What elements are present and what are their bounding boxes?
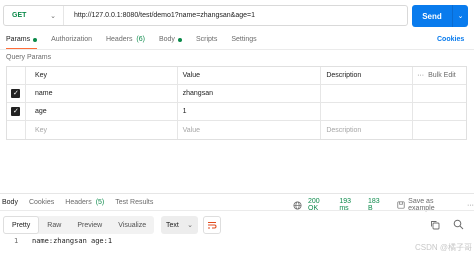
checkbox-checked-icon[interactable]: ✓: [11, 107, 21, 116]
row-actions-cell: [413, 103, 466, 120]
status-dot-icon: [177, 37, 182, 42]
format-select[interactable]: Text ⌄: [161, 216, 198, 234]
view-raw-button[interactable]: Raw: [39, 216, 69, 234]
method-label: GET: [12, 12, 27, 19]
line-number: 1: [14, 237, 19, 245]
header-description: Description: [321, 67, 414, 84]
table-row: ✓ age 1: [7, 103, 466, 121]
params-table: Key Value Description ··· Bulk Edit ✓ na…: [6, 66, 467, 140]
param-description[interactable]: [321, 85, 414, 102]
wrap-lines-button[interactable]: [203, 216, 221, 234]
bulk-edit-link[interactable]: Bulk Edit: [428, 72, 456, 79]
chevron-down-icon[interactable]: ⌄: [453, 12, 468, 20]
copy-icon[interactable]: [429, 219, 441, 231]
tab-label: Body: [158, 36, 175, 43]
checkbox-checked-icon[interactable]: ✓: [11, 89, 21, 98]
tab-params[interactable]: Params: [6, 36, 38, 49]
view-visualize-button[interactable]: Visualize: [110, 216, 154, 234]
chevron-down-icon: ⌄: [187, 222, 193, 229]
response-body-text[interactable]: name:zhangsan age:1: [32, 237, 112, 245]
row-actions-cell: [413, 121, 466, 139]
cookies-link[interactable]: Cookies: [437, 36, 464, 43]
table-header-row: Key Value Description ··· Bulk Edit: [7, 67, 466, 85]
param-description[interactable]: [321, 103, 414, 120]
param-key[interactable]: age: [26, 103, 178, 120]
url-input[interactable]: http://127.0.0.1:8080/test/demo1?name=zh…: [64, 12, 255, 19]
send-button[interactable]: Send ⌄: [412, 5, 468, 27]
request-bar: GET ⌄ http://127.0.0.1:8080/test/demo1?n…: [3, 5, 408, 26]
header-actions: ··· Bulk Edit: [413, 67, 466, 84]
tab-headers[interactable]: Headers (6): [106, 36, 145, 49]
tab-label: Authorization: [51, 36, 92, 43]
new-value-input[interactable]: Value: [178, 121, 322, 139]
watermark: CSDN @橘子哥: [415, 243, 473, 252]
param-value[interactable]: 1: [178, 103, 322, 120]
tab-label: Settings: [231, 36, 257, 43]
tab-label: Scripts: [195, 36, 218, 43]
save-icon: [397, 201, 405, 209]
divider: [0, 210, 474, 211]
header-key: Key: [26, 67, 178, 84]
method-select[interactable]: GET ⌄: [4, 6, 64, 25]
send-label: Send: [422, 11, 442, 21]
tab-label: Headers: [65, 199, 92, 206]
tab-body[interactable]: Body: [159, 36, 182, 49]
more-horizontal-icon[interactable]: ···: [417, 72, 424, 79]
divider: [0, 49, 474, 50]
view-preview-button[interactable]: Preview: [69, 216, 110, 234]
tab-label: Body: [2, 199, 18, 206]
row-checkbox-cell: [7, 121, 26, 139]
view-pretty-button[interactable]: Pretty: [3, 216, 40, 234]
divider: [0, 193, 474, 194]
row-checkbox-cell: ✓: [7, 103, 26, 120]
param-key[interactable]: name: [26, 85, 178, 102]
response-body-line: 1 name:zhangsan age:1: [14, 237, 112, 245]
row-actions-cell: [413, 85, 466, 102]
tab-settings[interactable]: Settings: [231, 36, 256, 49]
format-label: Text: [166, 221, 179, 229]
tab-scripts[interactable]: Scripts: [196, 36, 217, 49]
more-horizontal-icon[interactable]: ···: [467, 202, 474, 209]
new-description-input[interactable]: Description: [321, 121, 414, 139]
tab-label: Cookies: [28, 199, 55, 206]
tab-authorization[interactable]: Authorization: [51, 36, 92, 49]
param-value[interactable]: zhangsan: [178, 85, 322, 102]
tab-label: Test Results: [115, 199, 154, 206]
table-row: ✓ name zhangsan: [7, 85, 466, 103]
tab-label: Headers: [105, 36, 133, 43]
header-checkbox-cell: [7, 67, 26, 84]
view-mode-group: Pretty Raw Preview Visualize: [3, 216, 155, 234]
tab-count: (5): [95, 199, 105, 206]
globe-icon[interactable]: [293, 200, 302, 210]
search-icon[interactable]: [452, 218, 464, 230]
new-key-input[interactable]: Key: [26, 121, 178, 139]
request-tabs: Params Authorization Headers (6) Body Sc…: [6, 36, 271, 49]
row-checkbox-cell: ✓: [7, 85, 26, 102]
header-value: Value: [178, 67, 322, 84]
tab-count: (6): [136, 36, 145, 43]
chevron-down-icon: ⌄: [50, 12, 56, 20]
wrap-lines-icon: [207, 220, 217, 230]
query-params-title: Query Params: [6, 54, 52, 61]
status-dot-icon: [33, 37, 38, 42]
table-row-empty: Key Value Description: [7, 121, 466, 139]
tab-label: Params: [6, 36, 31, 43]
